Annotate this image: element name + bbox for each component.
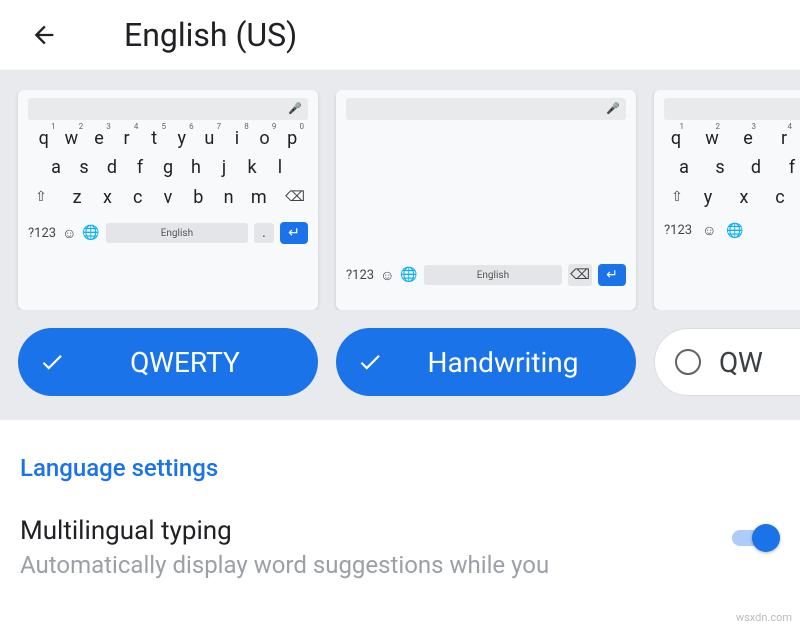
back-button[interactable] [24, 15, 64, 55]
spacebar: English [424, 265, 562, 285]
emoji-icon: ☺ [62, 225, 76, 242]
page-title: English (US) [124, 16, 297, 54]
arrow-left-icon [30, 21, 58, 49]
settings-section: Language settings Multilingual typing Au… [0, 420, 800, 581]
keyboard-preview-handwriting[interactable]: 🎤 ?123 ☺ 🌐 English ⌫ ↵ [336, 90, 636, 310]
mic-icon: 🎤 [288, 102, 302, 115]
watermark: wsxdn.com [736, 611, 792, 624]
key-row-bottom: ?123 ☺ 🌐 English . ↵ [28, 222, 308, 244]
layout-chip-row[interactable]: QWERTY Handwriting QW [0, 310, 800, 396]
layout-chip-partial[interactable]: QW [654, 328, 800, 396]
layout-band: 🎤 qwertyuiop asdfghjkl ⇧ zxcvbnm ⌫ ?123 … [0, 70, 800, 420]
shift-icon: ⇧ [666, 186, 688, 208]
check-icon [356, 348, 384, 376]
radio-icon [675, 349, 701, 375]
layout-chip-label: QW [719, 346, 763, 379]
key-row-1: qwertyuiop [28, 128, 308, 149]
key-row-2: asdfghjkl [28, 157, 308, 178]
layout-chip-label: QWERTY [84, 346, 286, 379]
mic-icon: 🎤 [606, 102, 620, 115]
spacebar: English [106, 223, 248, 243]
symbols-key: ?123 [28, 226, 56, 241]
keyboard-preview-partial[interactable]: qwert asdf ⇧ yxc ?123 ☺ 🌐 [654, 90, 800, 310]
keyboard-preview-row[interactable]: 🎤 qwertyuiop asdfghjkl ⇧ zxcvbnm ⌫ ?123 … [0, 90, 800, 310]
enter-key: ↵ [598, 264, 626, 286]
suggestion-bar [664, 98, 800, 120]
key-row-bottom: ?123 ☺ 🌐 [664, 222, 800, 239]
shift-icon: ⇧ [30, 186, 52, 208]
keyboard-preview-qwerty[interactable]: 🎤 qwertyuiop asdfghjkl ⇧ zxcvbnm ⌫ ?123 … [18, 90, 318, 310]
symbols-key: ?123 [664, 223, 692, 238]
layout-chip-qwerty[interactable]: QWERTY [18, 328, 318, 396]
setting-multilingual-typing[interactable]: Multilingual typing Automatically displa… [20, 516, 780, 581]
check-icon [38, 348, 66, 376]
setting-subtitle: Automatically display word suggestions w… [20, 550, 549, 581]
key-row-3: ⇧ zxcvbnm ⌫ [28, 186, 308, 208]
symbols-key: ?123 [346, 268, 374, 283]
globe-icon: 🌐 [400, 267, 417, 283]
header: English (US) [0, 0, 800, 70]
globe-icon: 🌐 [82, 225, 99, 241]
enter-key: ↵ [280, 222, 308, 244]
suggestion-bar: 🎤 [346, 98, 626, 120]
section-title: Language settings [20, 454, 780, 482]
setting-title: Multilingual typing [20, 516, 549, 546]
key-row-bottom: ?123 ☺ 🌐 English ⌫ ↵ [346, 264, 626, 286]
handwriting-canvas [346, 128, 626, 258]
key-row-3: ⇧ yxc [664, 186, 800, 208]
emoji-icon: ☺ [380, 267, 394, 284]
emoji-icon: ☺ [702, 222, 716, 239]
key-row-1: qwert [664, 128, 800, 149]
toggle-thumb [752, 524, 780, 552]
suggestion-bar: 🎤 [28, 98, 308, 120]
globe-icon: 🌐 [726, 223, 743, 239]
toggle-multilingual[interactable] [732, 524, 780, 552]
key-row-2: asdf [664, 157, 800, 178]
layout-chip-handwriting[interactable]: Handwriting [336, 328, 636, 396]
backspace-icon: ⌫ [568, 264, 592, 286]
backspace-icon: ⌫ [284, 186, 306, 208]
layout-chip-label: Handwriting [402, 346, 604, 379]
period-key: . [254, 223, 274, 243]
